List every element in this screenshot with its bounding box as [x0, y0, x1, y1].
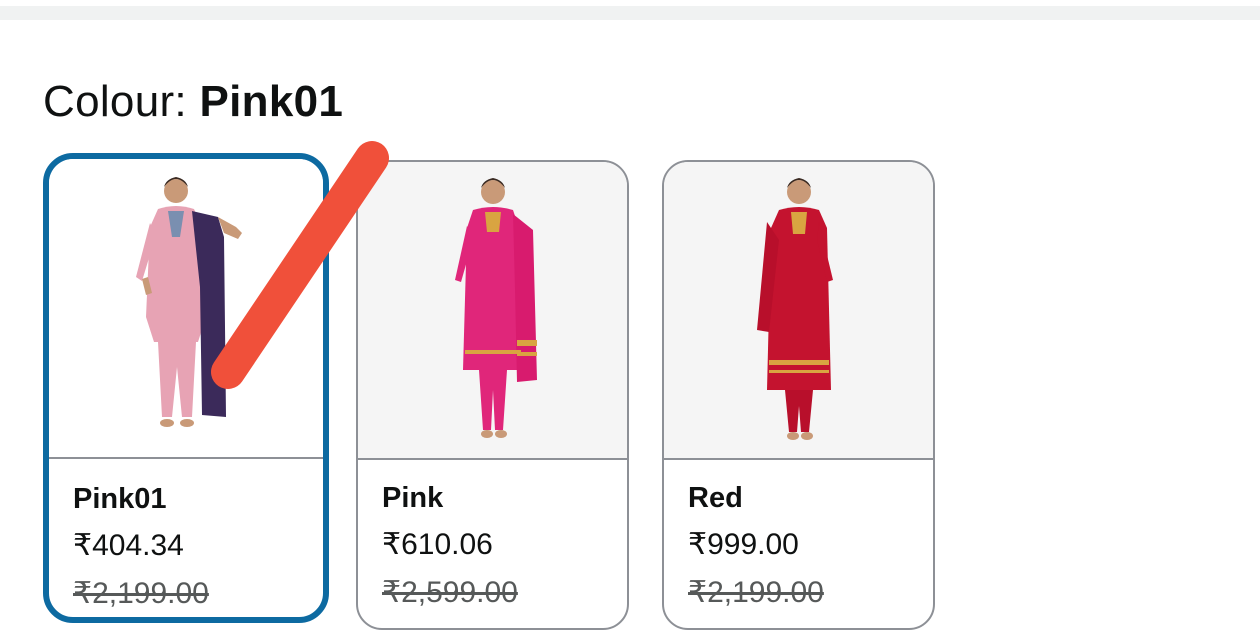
swatch-mrp: ₹2,599.00	[382, 576, 518, 609]
top-divider-bar	[0, 6, 1260, 20]
swatch-label: Red	[688, 482, 743, 514]
swatch-image	[358, 162, 627, 460]
colour-swatch-red[interactable]: Red ₹999.00 ₹2,199.00	[662, 160, 935, 630]
swatch-mrp: ₹2,199.00	[688, 576, 824, 609]
colour-heading: Colour: Pink01	[43, 74, 343, 130]
selected-colour-value: Pink01	[199, 77, 344, 126]
swatch-label: Pink	[382, 482, 444, 514]
colour-swatch-pink[interactable]: Pink ₹610.06 ₹2,599.00	[356, 160, 629, 630]
swatch-label: Pink01	[73, 483, 167, 515]
swatch-price: ₹999.00	[688, 528, 799, 561]
model-pink-image	[454, 178, 537, 438]
model-pink01-image	[136, 177, 242, 427]
model-red-image	[756, 178, 833, 440]
colour-heading-prefix: Colour:	[43, 77, 200, 126]
swatch-image	[49, 159, 323, 459]
colour-swatch-pink01[interactable]: Pink01 ₹404.34 ₹2,199.00	[43, 153, 329, 623]
swatch-mrp: ₹2,199.00	[73, 577, 209, 610]
swatch-price: ₹610.06	[382, 528, 493, 561]
swatch-image	[664, 162, 933, 460]
swatch-price: ₹404.34	[73, 529, 184, 562]
